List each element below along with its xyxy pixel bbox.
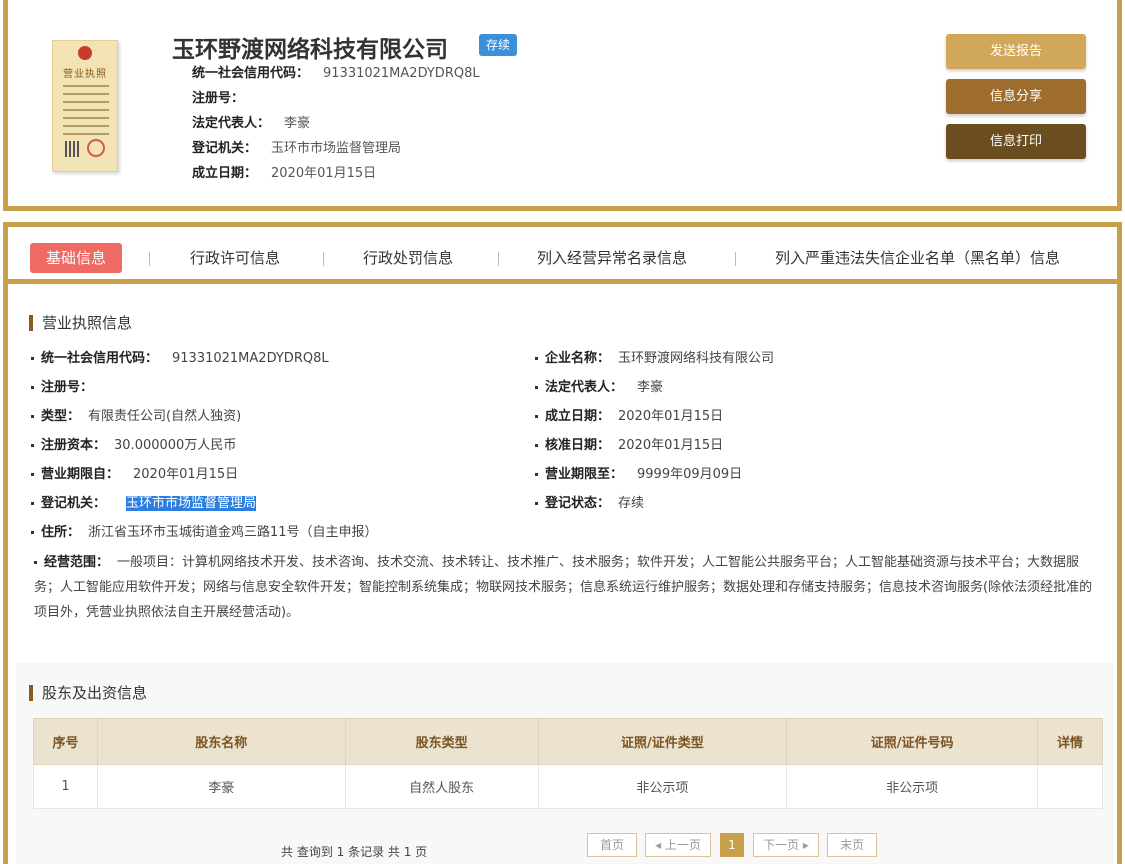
col-header: 股东名称	[96, 718, 346, 765]
tab-bar: 基础信息 行政许可信息 行政处罚信息 列入经营异常名录信息 列入严重违法失信企业…	[8, 227, 1117, 284]
field-capital: 注册资本： 30.000000万人民币	[31, 436, 236, 456]
field-term-to: 营业期限至： 9999年09月09日	[535, 465, 742, 485]
summary-authority: 登记机关： 玉环市市场监督管理局	[192, 141, 402, 156]
table-cell: 非公示项	[537, 764, 788, 809]
official-seal-icon	[87, 139, 105, 157]
pager-summary: 共 查询到 1 条记录 共 1 页	[281, 845, 428, 859]
field-authority: 登记机关： 玉环市市场监督管理局	[31, 494, 257, 514]
license-section-title: 营业执照信息	[29, 315, 132, 331]
shareholder-section-title: 股东及出资信息	[29, 685, 147, 701]
tab-divider	[149, 252, 150, 266]
detail-cell[interactable]	[1037, 764, 1103, 809]
field-company-name: 企业名称： 玉环野渡网络科技有限公司	[535, 349, 774, 369]
field-legal-rep: 法定代表人： 李豪	[535, 378, 663, 398]
field-reg-number: 注册号：	[31, 378, 101, 398]
tab-abnormal-list[interactable]: 列入经营异常名录信息	[537, 243, 687, 273]
table-cell: 非公示项	[786, 764, 1038, 809]
last-page-button[interactable]: 末页	[827, 833, 877, 857]
send-report-button[interactable]: 发送报告	[946, 34, 1086, 69]
tab-admin-penalty[interactable]: 行政处罚信息	[363, 243, 453, 273]
table-cell: 自然人股东	[344, 764, 539, 809]
table-cell: 1	[33, 764, 98, 809]
shareholder-table: 序号 股东名称 股东类型 证照/证件类型 证照/证件号码 详情 1 李豪 自然人…	[33, 718, 1103, 809]
license-image-title: 营业执照	[63, 69, 107, 80]
tab-divider	[498, 252, 499, 266]
field-term-from: 营业期限自： 2020年01月15日	[31, 465, 238, 485]
tab-divider	[323, 252, 324, 266]
col-header: 序号	[33, 718, 98, 765]
prev-page-button[interactable]: ◂ 上一页	[645, 833, 711, 857]
tab-basic-info[interactable]: 基础信息	[30, 243, 123, 273]
first-page-button[interactable]: 首页	[587, 833, 637, 857]
current-page-button[interactable]: 1	[720, 833, 744, 857]
share-info-button[interactable]: 信息分享	[946, 79, 1086, 114]
company-summary: 统一社会信用代码： 91331021MA2DYDRQ8L 注册号： 法定代表人：李…	[192, 64, 480, 189]
selected-authority-text[interactable]: 玉环市市场监督管理局	[126, 496, 257, 511]
summary-reg-number: 注册号：	[192, 91, 245, 106]
col-header: 详情	[1037, 718, 1103, 765]
company-name-title: 玉环野渡网络科技有限公司	[172, 37, 448, 63]
national-emblem-icon	[78, 46, 92, 60]
summary-established: 成立日期： 2020年01月15日	[192, 166, 377, 181]
field-reg-status: 登记状态： 存续	[535, 494, 644, 514]
col-header: 股东类型	[344, 718, 539, 765]
company-header-card: 营业执照 玉环野渡网络科技有限公司 存续 统一社会信用代码： 91331021MA…	[3, 0, 1122, 211]
summary-legal-rep: 法定代表人： 李豪	[192, 116, 311, 131]
print-info-button[interactable]: 信息打印	[946, 124, 1086, 159]
field-approved: 核准日期： 2020年01月15日	[535, 436, 723, 456]
license-text-lines	[63, 85, 109, 141]
field-address: 住所： 浙江省玉环市玉城街道金鸡三路11号（自主申报）	[31, 523, 378, 543]
col-header: 证照/证件类型	[537, 718, 788, 765]
tab-blacklist[interactable]: 列入严重违法失信企业名单（黑名单）信息	[775, 243, 1060, 273]
shareholder-section: 股东及出资信息 序号 股东名称 股东类型 证照/证件类型 证照/证件号码 详情 …	[16, 663, 1114, 864]
col-header: 证照/证件号码	[786, 718, 1038, 765]
table-header-row: 序号 股东名称 股东类型 证照/证件类型 证照/证件号码 详情	[33, 718, 1103, 765]
field-credit-code: 统一社会信用代码： 91331021MA2DYDRQ8L	[31, 349, 329, 369]
field-established: 成立日期： 2020年01月15日	[535, 407, 723, 427]
tab-divider	[735, 252, 736, 266]
status-badge: 存续	[479, 34, 517, 56]
field-type: 类型： 有限责任公司(自然人独资)	[31, 407, 241, 427]
table-row: 1 李豪 自然人股东 非公示项 非公示项	[33, 764, 1103, 809]
field-business-scope: 经营范围： 一般项目：计算机网络技术开发、技术咨询、技术交流、技术转让、技术推广、…	[34, 555, 1093, 620]
qr-code-icon	[65, 141, 81, 157]
next-page-button[interactable]: 下一页 ▸	[753, 833, 819, 857]
summary-credit-code: 统一社会信用代码： 91331021MA2DYDRQ8L	[192, 66, 480, 81]
tab-admin-license[interactable]: 行政许可信息	[190, 243, 280, 273]
detail-panel: 基础信息 行政许可信息 行政处罚信息 列入经营异常名录信息 列入严重违法失信企业…	[3, 222, 1122, 864]
table-cell: 李豪	[96, 764, 346, 809]
business-license-image: 营业执照	[52, 40, 118, 172]
